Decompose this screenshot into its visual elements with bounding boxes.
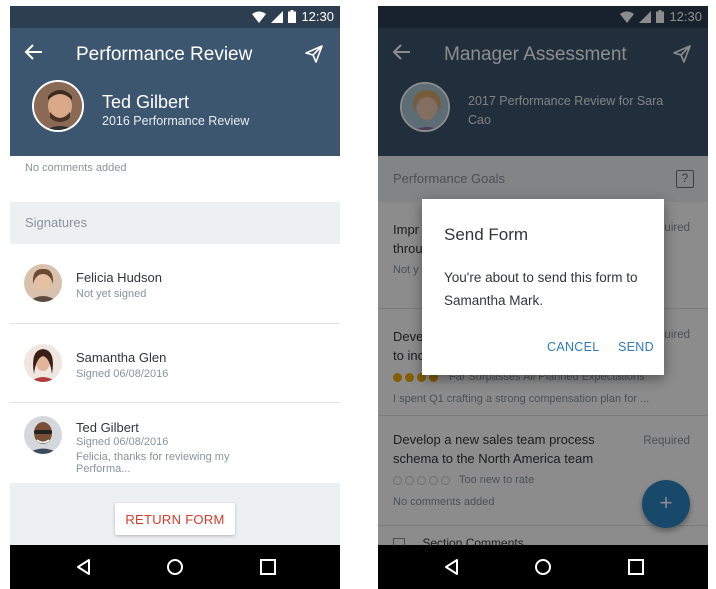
employee-name: Ted Gilbert [102, 92, 190, 112]
android-nav-bar [378, 545, 708, 589]
return-form-button[interactable]: RETURN FORM [115, 503, 235, 535]
back-arrow-icon[interactable] [24, 42, 44, 62]
employee-avatar [32, 80, 84, 132]
signer-status: Signed 06/08/2016 [76, 368, 169, 380]
phone-screen-manager-assessment: 12:30 Manager Assessment 2017 Performanc… [378, 6, 708, 589]
signature-row[interactable]: Felicia Hudson Not yet signed [10, 244, 340, 324]
phone-screen-performance-review: 12:30 Performance Review Ted Gilbert 201… [10, 6, 340, 589]
wifi-icon [252, 11, 267, 23]
cancel-button[interactable]: CANCEL [547, 340, 600, 354]
signer-status: Not yet signed [76, 288, 147, 300]
nav-back-icon[interactable] [74, 557, 94, 577]
avatar [24, 264, 62, 302]
signal-icon [271, 10, 284, 23]
no-comments-text: No comments added [25, 162, 127, 174]
dialog-message: You're about to send this form to Samant… [444, 270, 638, 308]
signer-status: Signed 06/08/2016 [76, 436, 169, 448]
signer-comment: Felicia, thanks for reviewing my Perform… [76, 451, 230, 475]
nav-recents-icon[interactable] [258, 557, 278, 577]
signature-row[interactable]: Samantha Glen Signed 06/08/2016 [10, 324, 340, 403]
app-header: Performance Review Ted Gilbert 2016 Perf… [10, 28, 340, 156]
send-form-dialog: Send Form You're about to send this form… [422, 199, 664, 375]
review-subtitle: 2016 Performance Review [102, 114, 250, 128]
signer-name: Felicia Hudson [76, 270, 162, 285]
comments-card: No comments added [10, 156, 340, 202]
battery-icon [288, 10, 297, 23]
signatures-section-header: Signatures [10, 202, 340, 244]
signer-name: Samantha Glen [76, 350, 167, 365]
nav-back-icon[interactable] [442, 557, 462, 577]
send-paper-plane-icon[interactable] [304, 44, 324, 64]
signature-row[interactable]: Ted Gilbert Signed 06/08/2016 Felicia, t… [10, 403, 340, 483]
status-time: 12:30 [301, 9, 334, 24]
page-title: Performance Review [76, 44, 253, 65]
avatar [24, 344, 62, 382]
status-bar: 12:30 [10, 6, 340, 28]
send-button[interactable]: SEND [618, 340, 654, 354]
avatar [24, 416, 62, 454]
dialog-title: Send Form [444, 225, 529, 244]
android-nav-bar [10, 545, 340, 589]
nav-home-icon[interactable] [165, 557, 185, 577]
signer-name: Ted Gilbert [76, 420, 139, 435]
nav-home-icon[interactable] [533, 557, 553, 577]
signatures-header-label: Signatures [25, 215, 88, 230]
nav-recents-icon[interactable] [626, 557, 646, 577]
